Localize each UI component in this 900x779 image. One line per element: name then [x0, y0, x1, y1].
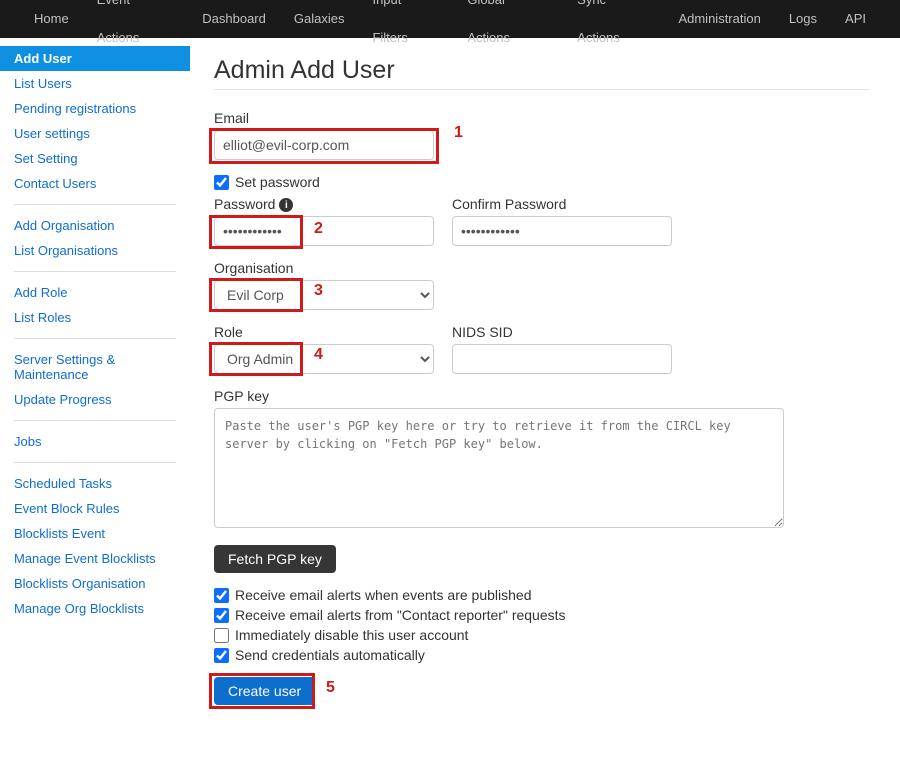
sidebar-item[interactable]: User settings [14, 121, 190, 146]
confirm-password-label: Confirm Password [452, 196, 672, 212]
topnav-item[interactable]: Dashboard [188, 0, 280, 38]
set-password-checkbox[interactable] [214, 175, 229, 190]
topnav-item[interactable]: Administration [664, 0, 774, 38]
nids-sid-label: NIDS SID [452, 324, 672, 340]
sidebar-item[interactable]: List Roles [14, 305, 190, 330]
annotation-number-1: 1 [454, 124, 463, 142]
sidebar-item[interactable]: Event Block Rules [14, 496, 190, 521]
checkbox-row: Immediately disable this user account [214, 627, 870, 643]
set-password-label: Set password [235, 174, 320, 190]
sidebar-item[interactable]: Update Progress [14, 387, 190, 412]
checkbox-row: Receive email alerts from "Contact repor… [214, 607, 870, 623]
sidebar-item[interactable]: Blocklists Organisation [14, 571, 190, 596]
create-user-button[interactable]: Create user [214, 677, 315, 705]
role-label: Role [214, 324, 434, 340]
sidebar-item[interactable]: Manage Event Blocklists [14, 546, 190, 571]
confirm-password-field[interactable] [452, 216, 672, 246]
option-label: Receive email alerts when events are pub… [235, 587, 532, 603]
topnav-item[interactable]: Home [20, 0, 83, 38]
sidebar-divider [14, 420, 176, 421]
role-select[interactable]: Org Admin [214, 344, 434, 374]
organisation-label: Organisation [214, 260, 870, 276]
checkbox-list: Receive email alerts when events are pub… [214, 587, 870, 663]
option-checkbox[interactable] [214, 588, 229, 603]
topnav-item[interactable]: Galaxies [280, 0, 359, 38]
sidebar-item[interactable]: Server Settings & Maintenance [14, 347, 190, 387]
info-icon: i [279, 198, 293, 212]
topnav-item[interactable]: Logs [775, 0, 831, 38]
sidebar-item[interactable]: Manage Org Blocklists [14, 596, 190, 621]
sidebar-item[interactable]: Jobs [14, 429, 190, 454]
option-checkbox[interactable] [214, 608, 229, 623]
sidebar-divider [14, 204, 176, 205]
pgp-label: PGP key [214, 388, 870, 404]
password-field[interactable] [214, 216, 434, 246]
option-checkbox[interactable] [214, 648, 229, 663]
nids-sid-field[interactable] [452, 344, 672, 374]
email-field[interactable] [214, 130, 434, 160]
sidebar-item[interactable]: Add Role [14, 280, 190, 305]
password-label: Password i [214, 196, 434, 212]
sidebar-divider [14, 462, 176, 463]
option-label: Immediately disable this user account [235, 627, 468, 643]
sidebar-item[interactable]: Set Setting [14, 146, 190, 171]
sidebar-item[interactable]: Blocklists Event [14, 521, 190, 546]
sidebar: Add UserList UsersPending registrationsU… [0, 38, 190, 745]
email-label: Email [214, 110, 870, 126]
main-content: Admin Add User Email 1 Set password Pass… [190, 38, 900, 745]
sidebar-item[interactable]: Pending registrations [14, 96, 190, 121]
fetch-pgp-button[interactable]: Fetch PGP key [214, 545, 336, 573]
sidebar-item[interactable]: Contact Users [14, 171, 190, 196]
sidebar-item[interactable]: Add Organisation [14, 213, 190, 238]
sidebar-item[interactable]: Scheduled Tasks [14, 471, 190, 496]
sidebar-item[interactable]: List Users [14, 71, 190, 96]
pgp-textarea[interactable] [214, 408, 784, 528]
organisation-select[interactable]: Evil Corp [214, 280, 434, 310]
annotation-number-5: 5 [326, 679, 335, 697]
divider [214, 89, 870, 90]
checkbox-row: Receive email alerts when events are pub… [214, 587, 870, 603]
option-label: Send credentials automatically [235, 647, 425, 663]
sidebar-divider [14, 271, 176, 272]
option-checkbox[interactable] [214, 628, 229, 643]
option-label: Receive email alerts from "Contact repor… [235, 607, 566, 623]
sidebar-item[interactable]: Add User [0, 46, 190, 71]
sidebar-divider [14, 338, 176, 339]
sidebar-item[interactable]: List Organisations [14, 238, 190, 263]
checkbox-row: Send credentials automatically [214, 647, 870, 663]
top-nav: HomeEvent ActionsDashboardGalaxiesInput … [0, 0, 900, 38]
page-title: Admin Add User [214, 56, 870, 85]
topnav-item[interactable]: API [831, 0, 880, 38]
